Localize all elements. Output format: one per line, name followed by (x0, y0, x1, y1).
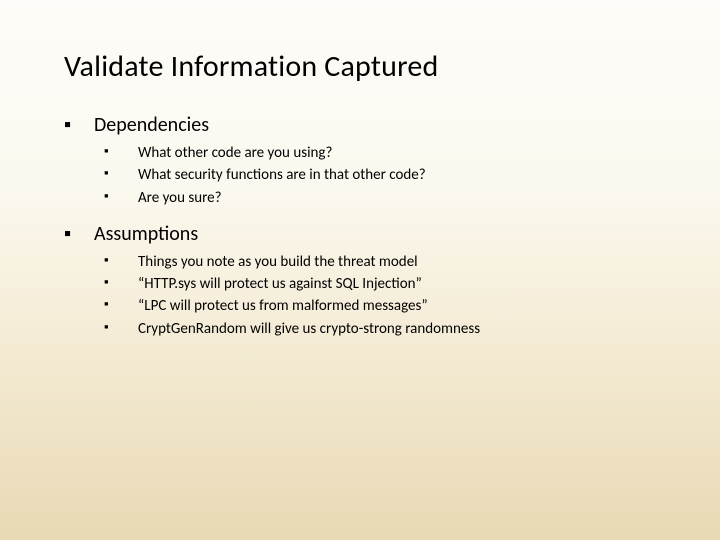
section-dependencies: Dependencies What other code are you usi… (64, 113, 656, 208)
slide: Validate Information Captured Dependenci… (0, 0, 720, 540)
section-heading: Assumptions (94, 222, 198, 246)
sub-list: What other code are you using? What secu… (94, 143, 656, 208)
section-heading: Dependencies (94, 113, 209, 137)
list-item: Are you sure? (104, 188, 656, 208)
list-item: What other code are you using? (104, 143, 656, 163)
list-item: CryptGenRandom will give us crypto-stron… (104, 319, 656, 339)
slide-title: Validate Information Captured (64, 48, 656, 85)
list-item: Things you note as you build the threat … (104, 252, 656, 272)
bullet-list: Dependencies What other code are you usi… (64, 113, 656, 339)
list-item: “HTTP.sys will protect us against SQL In… (104, 274, 656, 294)
list-item: What security functions are in that othe… (104, 165, 656, 185)
sub-list: Things you note as you build the threat … (94, 252, 656, 339)
list-item: “LPC will protect us from malformed mess… (104, 296, 656, 316)
section-assumptions: Assumptions Things you note as you build… (64, 222, 656, 339)
